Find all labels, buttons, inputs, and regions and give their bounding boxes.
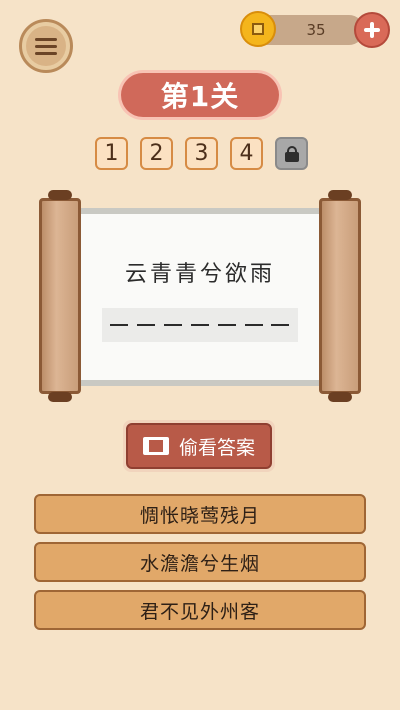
stage-tab[interactable]: 1 — [95, 137, 128, 170]
hamburger-icon — [26, 26, 66, 66]
stage-tab-locked[interactable] — [275, 137, 308, 170]
game-screen: 35 第1关 1 2 3 4 云青青兮欲雨 偷看答案 惆怅晓莺残月 水澹澹兮生烟… — [0, 0, 400, 710]
lock-icon — [284, 145, 299, 162]
answer-blank — [137, 324, 156, 326]
answer-blank — [164, 324, 183, 326]
peek-answer-label: 偷看答案 — [178, 436, 255, 459]
peek-answer-button[interactable]: 偷看答案 — [123, 420, 275, 472]
stage-tab[interactable]: 3 — [185, 137, 218, 170]
stage-tab[interactable]: 4 — [230, 137, 263, 170]
add-coins-button[interactable] — [354, 12, 390, 48]
answer-blank — [217, 324, 236, 326]
scroll-paper — [76, 208, 324, 386]
coin-count: 35 — [306, 21, 326, 39]
scroll-roller-left — [39, 190, 81, 402]
stage-tab[interactable]: 2 — [140, 137, 173, 170]
level-title: 第1关 — [121, 73, 279, 117]
stage-tabs: 1 2 3 4 — [95, 137, 308, 170]
coin-icon — [240, 11, 276, 47]
answer-blank — [244, 324, 263, 326]
scroll-roller-right — [319, 190, 361, 402]
menu-button[interactable] — [19, 19, 73, 73]
given-poem-line: 云青青兮欲雨 — [124, 262, 275, 287]
level-banner: 第1关 — [118, 70, 282, 120]
answer-blanks — [102, 308, 298, 342]
answer-blank — [190, 324, 209, 326]
answer-blank — [110, 324, 129, 326]
film-icon — [142, 437, 169, 455]
answer-option[interactable]: 水澹澹兮生烟 — [34, 542, 366, 582]
answer-option[interactable]: 惆怅晓莺残月 — [34, 494, 366, 534]
answer-option[interactable]: 君不见外州客 — [34, 590, 366, 630]
answer-blank — [271, 324, 290, 326]
